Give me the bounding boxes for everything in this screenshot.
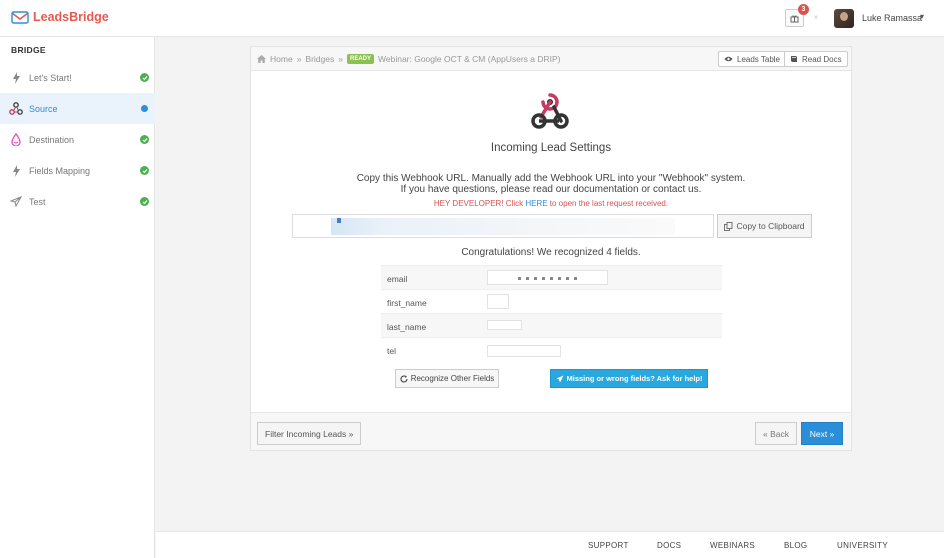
field-name: first_name [387, 298, 427, 308]
paper-plane-icon [556, 375, 563, 382]
breadcrumb-separator: » [338, 54, 343, 64]
sidebar-item-label: Test [29, 196, 46, 207]
copy-icon [724, 221, 733, 231]
drip-icon [9, 133, 23, 147]
status-badge: READY [346, 54, 374, 64]
copy-to-clipboard-button[interactable]: Copy to Clipboard [717, 214, 812, 238]
sidebar-item-label: Fields Mapping [29, 165, 91, 176]
sidebar-item-test[interactable]: Test [0, 186, 155, 217]
breadcrumb-current: Webinar: Google OCT & CM (AppUsers a DRI… [378, 54, 561, 64]
developer-notice: HEY DEVELOPER! Click HERE to open the la… [251, 199, 851, 208]
check-icon [140, 166, 149, 175]
filter-incoming-leads-button[interactable]: Filter Incoming Leads » [257, 422, 362, 445]
app-logo[interactable]: LeadsBridge [11, 10, 109, 24]
sidebar-item-source[interactable]: Source [0, 93, 155, 124]
read-docs-button[interactable]: Read Docs [784, 51, 848, 67]
refresh-icon [400, 375, 408, 382]
instructions-text: Copy this Webhook URL. Manually add the … [251, 173, 851, 195]
user-menu-caret-icon[interactable]: ▾ [920, 12, 924, 21]
footer-link-university[interactable]: UNIVERSITY [837, 541, 888, 550]
blurred-field-value [487, 345, 561, 357]
field-name: tel [387, 346, 396, 356]
user-name[interactable]: Luke Ramassa [862, 13, 922, 23]
eye-icon [724, 56, 733, 62]
active-indicator [141, 105, 148, 112]
blurred-url-mark [337, 218, 341, 223]
blurred-field-value [487, 294, 509, 309]
fields-table: email first_name last_name tel [381, 265, 722, 361]
read-docs-label: Read Docs [802, 54, 842, 64]
sidebar-item-fields-mapping[interactable]: Fields Mapping [0, 155, 155, 186]
webhook-icon [9, 102, 23, 116]
notification-count-badge: 3 [798, 4, 809, 15]
home-icon [257, 55, 266, 63]
page-footer: SUPPORT DOCS WEBINARS BLOG UNIVERSITY [156, 531, 944, 558]
panel-header: Home » Bridges » READY Webinar: Google O… [251, 47, 851, 71]
table-row: last_name [381, 313, 722, 337]
book-icon [791, 56, 797, 62]
sidebar-item-label: Destination [29, 134, 75, 145]
blurred-field-value [487, 270, 608, 285]
sidebar-item-lets-start[interactable]: Let's Start! [0, 62, 155, 93]
instructions-line: If you have questions, please read our d… [400, 184, 702, 195]
developer-notice-text: HEY DEVELOPER! Click [433, 199, 526, 208]
breadcrumb-bridges[interactable]: Bridges [305, 54, 334, 64]
back-button[interactable]: « Back [755, 422, 797, 445]
recognize-button-label: Recognize Other Fields [410, 374, 495, 383]
last-request-link[interactable]: HERE [525, 199, 547, 208]
sidebar: BRIDGE Let's Start! Source Destination F… [0, 37, 155, 558]
bolt-icon [9, 71, 23, 85]
bolt-icon [9, 164, 23, 178]
table-row: email [381, 265, 722, 289]
check-icon [140, 197, 149, 206]
top-bar: LeadsBridge 3 » Luke Ramassa ▾ [0, 0, 944, 37]
sidebar-item-destination[interactable]: Destination [0, 124, 155, 155]
leads-table-button[interactable]: Leads Table [718, 51, 786, 67]
copy-button-label: Copy to Clipboard [736, 221, 805, 231]
webhook-logo-icon [531, 93, 569, 129]
brand-name: LeadsBridge [33, 10, 109, 24]
recognized-fields-message: Congratulations! We recognized 4 fields. [461, 247, 641, 258]
developer-notice-text: to open the last request received. [547, 199, 669, 208]
webhook-url-field[interactable] [292, 214, 714, 238]
recognize-other-fields-button[interactable]: Recognize Other Fields [395, 369, 499, 388]
table-row: tel [381, 337, 722, 361]
blurred-field-value [487, 320, 522, 330]
sidebar-title: BRIDGE [11, 45, 46, 55]
check-icon [140, 135, 149, 144]
sidebar-item-label: Source [29, 103, 58, 114]
paper-plane-icon [9, 195, 23, 209]
breadcrumb: Home » Bridges » READY Webinar: Google O… [257, 54, 561, 64]
table-row: first_name [381, 289, 722, 313]
envelope-logo-icon [11, 11, 29, 24]
instructions-line: Copy this Webhook URL. Manually add the … [356, 173, 746, 184]
breadcrumb-separator: » [296, 54, 302, 64]
footer-link-support[interactable]: SUPPORT [588, 541, 629, 550]
footer-link-webinars[interactable]: WEBINARS [710, 541, 755, 550]
sidebar-item-label: Let's Start! [29, 72, 72, 83]
gift-icon [790, 14, 799, 22]
separator-icon: » [814, 14, 818, 21]
field-name: email [387, 274, 408, 284]
breadcrumb-home[interactable]: Home [270, 54, 293, 64]
footer-link-blog[interactable]: BLOG [784, 541, 807, 550]
main-panel: Home » Bridges » READY Webinar: Google O… [250, 46, 852, 451]
field-name: last_name [387, 322, 427, 332]
next-button[interactable]: Next » [801, 422, 843, 445]
blurred-url [331, 218, 675, 235]
avatar[interactable] [834, 9, 854, 28]
page-title: Incoming Lead Settings [490, 142, 612, 154]
check-icon [140, 73, 149, 82]
leads-table-label: Leads Table [737, 54, 780, 64]
ask-for-help-button[interactable]: Missing or wrong fields? Ask for help! [550, 369, 708, 388]
footer-link-docs[interactable]: DOCS [657, 541, 681, 550]
panel-footer: Filter Incoming Leads » « Back Next » [251, 412, 851, 450]
help-button-label: Missing or wrong fields? Ask for help! [566, 374, 703, 383]
